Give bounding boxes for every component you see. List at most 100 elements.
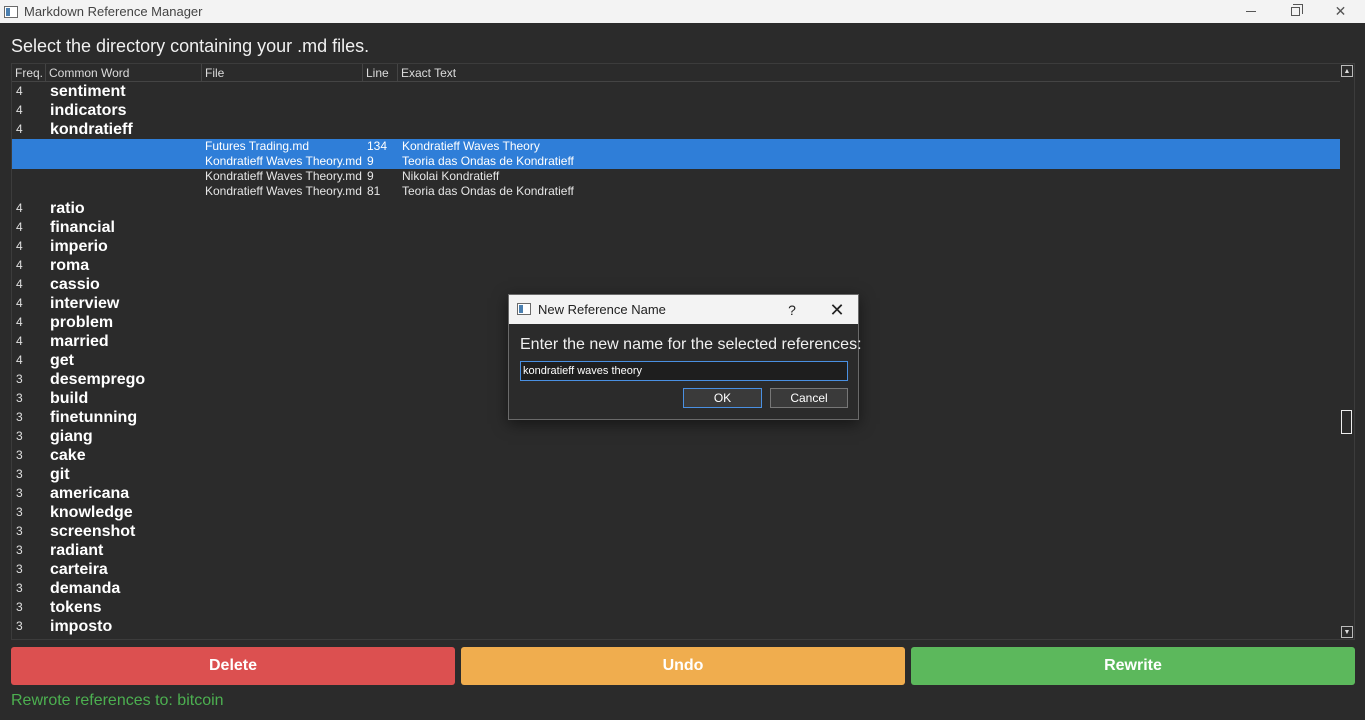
freq-cell: 3 bbox=[16, 429, 23, 443]
header-line[interactable]: Line bbox=[363, 64, 398, 82]
reference-row[interactable]: Futures Trading.md 134 Kondratieff Waves T… bbox=[12, 139, 1340, 154]
freq-cell: 3 bbox=[16, 372, 23, 386]
common-word-cell: finetunning bbox=[50, 409, 138, 426]
line-cell: 81 bbox=[367, 184, 381, 198]
word-row[interactable]: 4 financial bbox=[12, 218, 1340, 237]
close-icon: ✕ bbox=[1334, 3, 1347, 19]
common-word-cell: knowledge bbox=[50, 504, 133, 521]
line-cell: 9 bbox=[367, 154, 374, 168]
rewrite-button[interactable]: Rewrite bbox=[911, 647, 1355, 685]
ok-button[interactable]: OK bbox=[683, 388, 762, 408]
freq-cell: 3 bbox=[16, 600, 23, 614]
new-name-input[interactable] bbox=[520, 361, 848, 381]
restore-icon bbox=[1291, 4, 1303, 16]
common-word-cell: tokens bbox=[50, 599, 102, 616]
common-word-cell: roma bbox=[50, 257, 90, 274]
header-freq[interactable]: Freq. bbox=[12, 64, 46, 82]
tree-header: Freq. Common Word File Line Exact Text bbox=[12, 64, 1342, 82]
common-word-cell: kondratieff bbox=[50, 121, 133, 138]
app-icon bbox=[4, 5, 18, 18]
word-row[interactable]: 3 tokens bbox=[12, 598, 1340, 617]
common-word-cell: interview bbox=[50, 295, 120, 312]
exact-text-cell: Kondratieff Waves Theory bbox=[402, 139, 540, 153]
scroll-down-icon[interactable]: ▼ bbox=[1341, 626, 1353, 638]
line-cell: 134 bbox=[367, 139, 388, 153]
title-bar: Markdown Reference Manager ✕ bbox=[0, 0, 1365, 23]
common-word-cell: carteira bbox=[50, 561, 108, 578]
maximize-button[interactable] bbox=[1273, 0, 1318, 23]
exact-text-cell: Nikolai Kondratieff bbox=[402, 169, 500, 183]
scroll-up-icon[interactable]: ▲ bbox=[1341, 65, 1353, 77]
freq-cell: 4 bbox=[16, 84, 23, 98]
reference-row[interactable]: Kondratieff Waves Theory.md 81 Teoria das … bbox=[12, 184, 1340, 199]
delete-button[interactable]: Delete bbox=[11, 647, 455, 685]
word-row[interactable]: 4 roma bbox=[12, 256, 1340, 275]
freq-cell: 3 bbox=[16, 543, 23, 557]
header-exact-text[interactable]: Exact Text bbox=[398, 64, 1342, 82]
common-word-cell: desemprego bbox=[50, 371, 146, 388]
freq-cell: 4 bbox=[16, 353, 23, 367]
file-cell: Futures Trading.md bbox=[205, 139, 310, 153]
word-row[interactable]: 4 cassio bbox=[12, 275, 1340, 294]
common-word-cell: financial bbox=[50, 219, 115, 236]
freq-cell: 4 bbox=[16, 258, 23, 272]
status-message: Rewrote references to: bitcoin bbox=[11, 692, 224, 709]
word-row[interactable]: 3 screenshot bbox=[12, 522, 1340, 541]
word-row[interactable]: 3 carteira bbox=[12, 560, 1340, 579]
freq-cell: 4 bbox=[16, 201, 23, 215]
word-row[interactable]: 4 sentiment bbox=[12, 82, 1340, 101]
common-word-cell: giang bbox=[50, 428, 93, 445]
scroll-thumb[interactable] bbox=[1341, 410, 1352, 434]
word-row[interactable]: 3 giang bbox=[12, 427, 1340, 446]
dialog-prompt: Enter the new name for the selected refe… bbox=[520, 336, 862, 353]
freq-cell: 3 bbox=[16, 448, 23, 462]
freq-cell: 4 bbox=[16, 296, 23, 310]
new-reference-dialog: New Reference Name ? ✕ Enter the new nam… bbox=[508, 294, 862, 420]
freq-cell: 3 bbox=[16, 562, 23, 576]
reference-row[interactable]: Kondratieff Waves Theory.md 9 Nikolai Kond… bbox=[12, 169, 1340, 184]
word-row[interactable]: 3 imposto bbox=[12, 617, 1340, 636]
freq-cell: 3 bbox=[16, 619, 23, 633]
word-row[interactable]: 3 git bbox=[12, 465, 1340, 484]
common-word-cell: radiant bbox=[50, 542, 104, 559]
word-row[interactable]: 3 knowledge bbox=[12, 503, 1340, 522]
exact-text-cell: Teoria das Ondas de Kondratieff bbox=[402, 154, 574, 168]
instruction-label: Select the directory containing your .md… bbox=[11, 36, 370, 56]
common-word-cell: cassio bbox=[50, 276, 100, 293]
common-word-cell: build bbox=[50, 390, 89, 407]
close-button[interactable]: ✕ bbox=[1318, 0, 1363, 23]
word-row[interactable]: 4 imperio bbox=[12, 237, 1340, 256]
reference-row[interactable]: Kondratieff Waves Theory.md 9 Teoria das O… bbox=[12, 154, 1340, 169]
freq-cell: 4 bbox=[16, 239, 23, 253]
common-word-cell: indicators bbox=[50, 102, 127, 119]
common-word-cell: get bbox=[50, 352, 74, 369]
freq-cell: 3 bbox=[16, 505, 23, 519]
window-title: Markdown Reference Manager bbox=[24, 4, 203, 19]
vertical-scrollbar[interactable]: ▲ ▼ bbox=[1340, 64, 1354, 639]
common-word-cell: married bbox=[50, 333, 109, 350]
freq-cell: 4 bbox=[16, 334, 23, 348]
common-word-cell: git bbox=[50, 466, 70, 483]
freq-cell: 4 bbox=[16, 103, 23, 117]
dialog-close-icon[interactable]: ✕ bbox=[826, 299, 848, 321]
header-common-word[interactable]: Common Word bbox=[46, 64, 202, 82]
freq-cell: 4 bbox=[16, 315, 23, 329]
dialog-app-icon bbox=[517, 303, 531, 315]
word-row[interactable]: 3 americana bbox=[12, 484, 1340, 503]
help-icon[interactable]: ? bbox=[781, 299, 803, 321]
undo-button[interactable]: Undo bbox=[461, 647, 905, 685]
common-word-cell: cake bbox=[50, 447, 86, 464]
word-row[interactable]: 3 cake bbox=[12, 446, 1340, 465]
header-file[interactable]: File bbox=[202, 64, 363, 82]
minimize-button[interactable] bbox=[1228, 0, 1273, 23]
cancel-button[interactable]: Cancel bbox=[770, 388, 848, 408]
word-row[interactable]: 4 indicators bbox=[12, 101, 1340, 120]
file-cell: Kondratieff Waves Theory.md bbox=[205, 169, 362, 183]
common-word-cell: sentiment bbox=[50, 83, 126, 100]
freq-cell: 3 bbox=[16, 467, 23, 481]
word-row[interactable]: 4 ratio bbox=[12, 199, 1340, 218]
word-row[interactable]: 4 kondratieff bbox=[12, 120, 1340, 139]
word-row[interactable]: 3 demanda bbox=[12, 579, 1340, 598]
word-row[interactable]: 3 radiant bbox=[12, 541, 1340, 560]
common-word-cell: problem bbox=[50, 314, 114, 331]
